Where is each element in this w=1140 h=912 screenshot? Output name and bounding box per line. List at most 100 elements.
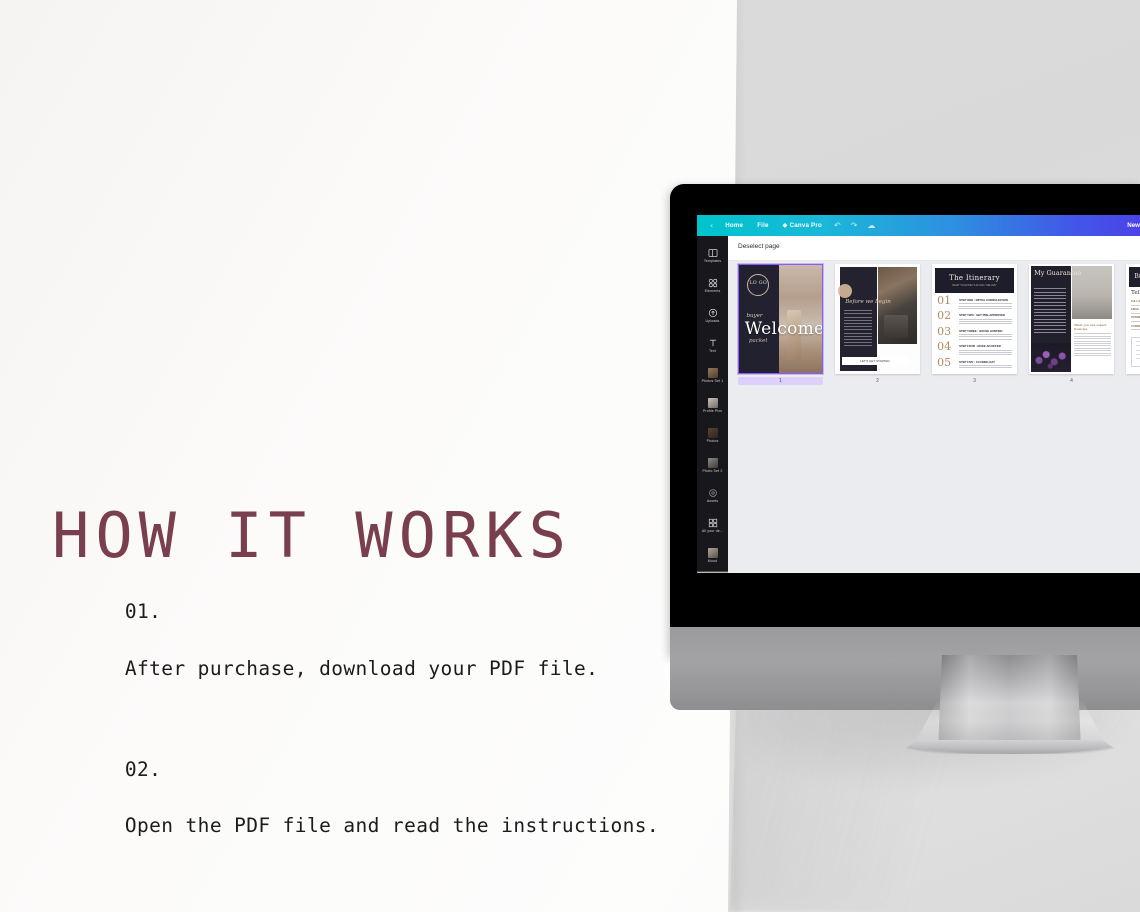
itinerary-page-art: The Itinerary WHAT TO EXPECT ALONG THE W… xyxy=(932,264,1017,374)
undo-icon[interactable]: ↶ xyxy=(829,221,846,230)
sidebar-item-templates[interactable]: Templates xyxy=(697,240,728,270)
logo-placeholder: LO GO xyxy=(747,273,770,296)
sidebar-item-all-your-designs[interactable]: All your de... xyxy=(697,510,728,540)
step-text: After purchase, download your PDF file. xyxy=(124,656,599,680)
templates-icon xyxy=(708,248,717,257)
page-preview[interactable]: Buyer's Questionnaire Tell Me About You … xyxy=(1126,264,1140,374)
sidebar-item-label: Text xyxy=(709,348,716,353)
itinerary-number: 03 xyxy=(937,324,952,338)
questionnaire-fields: FULL NAME EMAIL ADDRESS PHONE NUMBER CUR… xyxy=(1131,300,1140,331)
folder-thumb-icon xyxy=(707,547,718,558)
itinerary-text: STEP FIVE : CLOSING DAY xyxy=(959,359,1012,368)
page-preview[interactable]: Before we begin LET'S GET STARTED xyxy=(835,264,920,374)
itinerary-text: STEP ONE : INITIAL CONSULTATION xyxy=(959,297,1012,309)
sidebar-item-profile-pics[interactable]: Profile Pics xyxy=(697,390,728,420)
sidebar-item-label: Photo Set 2 xyxy=(702,468,723,473)
canva-top-toolbar: ‹ Home File ◆ Canva Pro ↶ ↷ ☁ New xyxy=(697,215,1140,236)
imac-monitor-mockup: ‹ Home File ◆ Canva Pro ↶ ↷ ☁ New Templa… xyxy=(670,184,1140,710)
page-thumbnail-1[interactable]: LO GO buyer Welcome packet 2024 1 xyxy=(738,264,823,385)
sidebar-item-label: Templates xyxy=(703,258,722,263)
deselect-page-button[interactable]: Deselect page xyxy=(738,243,780,250)
cover-script-top: buyer xyxy=(746,312,763,319)
questionnaire-box xyxy=(1131,336,1140,368)
sidebar-item-uploads[interactable]: Uploads xyxy=(697,300,728,330)
page-number-label: 1 xyxy=(738,377,823,385)
text-icon xyxy=(709,339,716,346)
canva-pro-button[interactable]: ◆ Canva Pro xyxy=(776,222,829,229)
page-thumbnail-4[interactable]: My Guarantee What you can expect from me xyxy=(1029,264,1114,385)
file-menu-button[interactable]: File xyxy=(750,222,775,229)
itinerary-row: 04 STEP FOUR : MAKE AN OFFER xyxy=(937,340,1012,356)
step-spacer xyxy=(125,786,137,809)
page-thumbnail-3[interactable]: The Itinerary WHAT TO EXPECT ALONG THE W… xyxy=(932,264,1017,385)
folder-thumb-icon xyxy=(707,457,718,468)
questionnaire-page-art: Buyer's Questionnaire Tell Me About You … xyxy=(1126,264,1140,374)
sidebar-item-text[interactable]: Text xyxy=(697,330,728,360)
itinerary-title: The Itinerary xyxy=(949,273,1000,282)
canva-canvas-area[interactable]: LO GO buyer Welcome packet 2024 1 Before… xyxy=(728,261,1140,573)
home-button[interactable]: Home xyxy=(718,222,750,229)
cover-accent-text: 2024 xyxy=(800,310,814,317)
itinerary-row: 01 STEP ONE : INITIAL CONSULTATION xyxy=(937,295,1012,310)
page-preview[interactable]: My Guarantee What you can expect from me xyxy=(1029,264,1114,374)
assets-icon xyxy=(708,488,717,497)
guarantee-right-column: What you can expect from me xyxy=(1074,323,1112,357)
itinerary-number: 05 xyxy=(937,355,952,369)
page-thumbnail-5[interactable]: Buyer's Questionnaire Tell Me About You … xyxy=(1126,264,1140,385)
itinerary-row: 05 STEP FIVE : CLOSING DAY xyxy=(937,355,1012,370)
intro-photo xyxy=(878,267,918,345)
questionnaire-header: Buyer's Questionnaire xyxy=(1129,267,1140,288)
itinerary-text: STEP TWO : GET PRE-APPROVED xyxy=(959,313,1012,324)
step-number: 01. xyxy=(124,600,162,624)
page-title: HOW IT WORKS xyxy=(52,499,572,572)
screen-bottom-edge xyxy=(697,571,1140,573)
folder-thumb-icon xyxy=(707,397,718,408)
intro-cta-button: LET'S GET STARTED xyxy=(841,357,909,366)
sidebar-item-photo-set-2[interactable]: Photo Set 2 xyxy=(697,450,728,480)
sidebar-item-photos[interactable]: Photos xyxy=(697,420,728,450)
sidebar-item-elements[interactable]: Elements xyxy=(697,270,728,300)
intro-page-art: Before we begin LET'S GET STARTED xyxy=(835,264,920,374)
intro-accent-circle xyxy=(837,283,852,298)
sidebar-item-assets[interactable]: Assets xyxy=(697,480,728,510)
canva-editor-panel: Deselect page LO GO buyer Welcome packet… xyxy=(728,236,1140,573)
canva-sidebar-rail[interactable]: Templates Elements Uploads Text Photos S… xyxy=(697,236,728,573)
page-number-label: 3 xyxy=(973,378,976,384)
itinerary-number: 04 xyxy=(937,340,952,354)
itinerary-subtitle: WHAT TO EXPECT ALONG THE WAY xyxy=(952,283,997,287)
itinerary-header: The Itinerary WHAT TO EXPECT ALONG THE W… xyxy=(935,268,1014,293)
itinerary-number: 02 xyxy=(937,309,952,323)
sidebar-item-label: All your de... xyxy=(701,528,724,533)
intro-cta-label: LET'S GET STARTED xyxy=(860,359,890,364)
page-preview[interactable]: The Itinerary WHAT TO EXPECT ALONG THE W… xyxy=(932,264,1017,374)
sidebar-item-label: Photos Set 1 xyxy=(701,378,724,383)
canva-app-screen: ‹ Home File ◆ Canva Pro ↶ ↷ ☁ New Templa… xyxy=(697,215,1140,573)
guarantee-body-lines xyxy=(1034,288,1067,335)
sidebar-item-label: Uploads xyxy=(705,318,720,323)
cover-page-art: LO GO buyer Welcome packet 2024 xyxy=(739,265,822,373)
intro-body-lines xyxy=(843,310,873,348)
page-thumbnail-2[interactable]: Before we begin LET'S GET STARTED 2 xyxy=(835,264,920,385)
new-button[interactable]: New xyxy=(1127,215,1140,236)
back-chevron-icon[interactable]: ‹ xyxy=(705,221,718,230)
step-spacer xyxy=(125,629,137,652)
cover-script-bottom: packet xyxy=(748,338,768,345)
intro-title: Before we begin xyxy=(845,299,891,306)
redo-icon[interactable]: ↷ xyxy=(846,221,863,230)
page-number-label: 2 xyxy=(876,378,879,384)
upload-icon xyxy=(708,308,717,317)
list-item: 02. Open the PDF file and read the instr… xyxy=(52,727,692,868)
guarantee-flower-photo xyxy=(1030,343,1071,372)
sidebar-item-label: Mood xyxy=(707,558,718,563)
guarantee-title: My Guarantee xyxy=(1034,268,1082,277)
guarantee-page-art: My Guarantee What you can expect from me xyxy=(1029,264,1114,374)
cloud-saved-icon[interactable]: ☁ xyxy=(862,221,880,230)
sidebar-item-mood[interactable]: Mood xyxy=(697,540,728,570)
sidebar-item-label: Elements xyxy=(704,288,721,293)
itinerary-text: STEP THREE : HOUSE HUNTING xyxy=(959,328,1012,340)
page-preview[interactable]: LO GO buyer Welcome packet 2024 xyxy=(738,264,823,374)
sidebar-item-label: Profile Pics xyxy=(702,408,723,413)
page-number-label: 5 xyxy=(1126,377,1140,385)
sidebar-item-photos-set-1[interactable]: Photos Set 1 xyxy=(697,360,728,390)
itinerary-row: 03 STEP THREE : HOUSE HUNTING xyxy=(937,324,1012,341)
